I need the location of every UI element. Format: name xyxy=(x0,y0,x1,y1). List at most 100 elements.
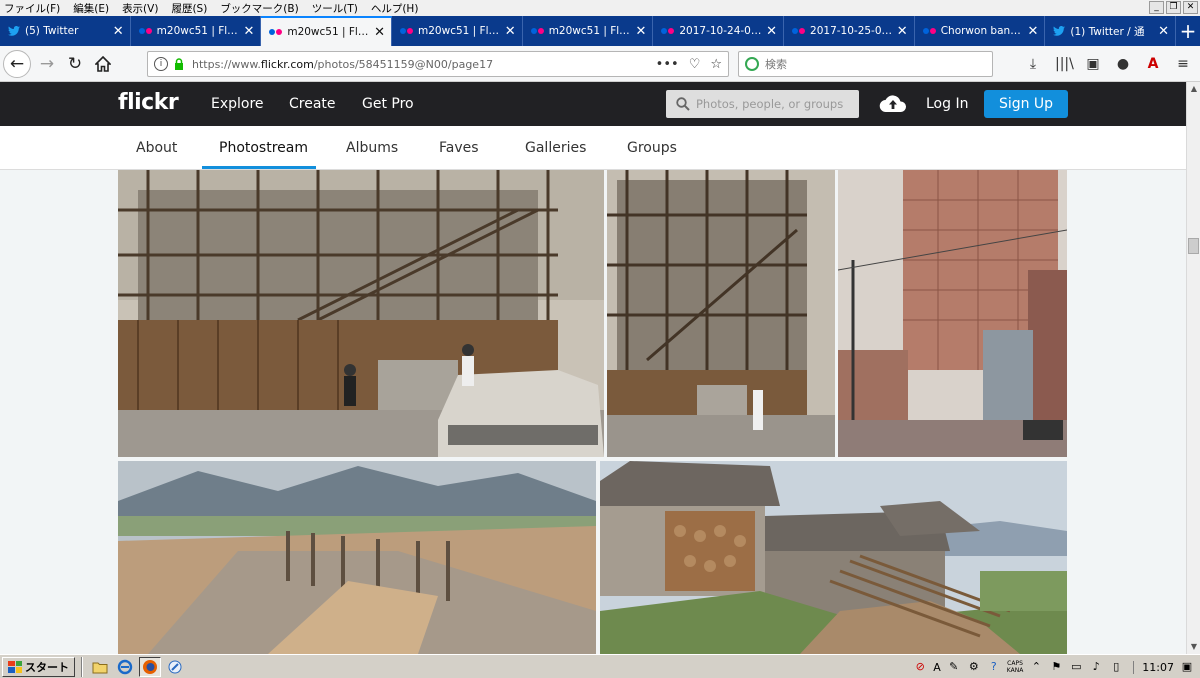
tab-flickr-6[interactable]: 2017-10-25-000 ✕ xyxy=(784,16,915,46)
page-actions-icon[interactable]: ••• xyxy=(656,57,679,72)
quicklaunch-firefox[interactable] xyxy=(139,656,161,677)
power-icon[interactable]: ▯ xyxy=(1109,660,1123,674)
url-bar[interactable]: i https://www.flickr.com/photos/58451159… xyxy=(147,51,729,77)
scroll-up-icon[interactable]: ▲ xyxy=(1187,82,1200,96)
back-button[interactable]: ← xyxy=(3,50,31,78)
menu-view[interactable]: 表示(V) xyxy=(122,1,158,16)
restore-button[interactable]: ❐ xyxy=(1166,1,1181,14)
ime-tool-icon[interactable]: ⚙ xyxy=(967,660,981,674)
google-icon xyxy=(745,57,759,71)
ime-mode[interactable]: A xyxy=(933,661,941,674)
subtab-faves[interactable]: Faves xyxy=(439,140,479,156)
tab-twitter-2[interactable]: (1) Twitter / 通 ✕ xyxy=(1045,16,1177,46)
folder-icon xyxy=(92,662,108,673)
upload-cloud-icon[interactable] xyxy=(879,92,907,114)
photo-thumbnail[interactable] xyxy=(600,461,1067,654)
start-button[interactable]: スタート xyxy=(2,656,75,677)
photo-thumbnail[interactable] xyxy=(607,170,835,457)
scroll-down-icon[interactable]: ▼ xyxy=(1187,640,1200,654)
tab-close-icon[interactable]: ✕ xyxy=(374,26,385,39)
tab-flickr-1[interactable]: m20wc51 | Flickr ✕ xyxy=(131,16,262,46)
subtab-groups[interactable]: Groups xyxy=(627,140,677,156)
tab-close-icon[interactable]: ✕ xyxy=(1158,25,1169,38)
flickr-icon xyxy=(138,28,152,34)
toolbar-icons: ⤓ |||\ ▣ ● A ≡ xyxy=(1025,56,1191,72)
login-link[interactable]: Log In xyxy=(926,96,968,112)
tab-close-icon[interactable]: ✕ xyxy=(113,25,124,38)
photo-thumbnail[interactable] xyxy=(118,461,596,654)
menu-edit[interactable]: 編集(E) xyxy=(73,1,109,16)
menu-file[interactable]: ファイル(F) xyxy=(4,1,60,16)
kana-label: KANA xyxy=(1006,667,1024,674)
new-tab-button[interactable]: + xyxy=(1176,16,1200,46)
flickr-logo[interactable]: flickr xyxy=(118,90,179,115)
extension-icon[interactable]: ● xyxy=(1115,56,1131,72)
search-icon xyxy=(676,97,690,111)
tab-close-icon[interactable]: ✕ xyxy=(897,25,908,38)
help-icon[interactable]: ? xyxy=(987,660,1001,674)
subtab-about[interactable]: About xyxy=(136,140,177,156)
bookmark-star-icon[interactable]: ☆ xyxy=(710,57,722,72)
close-window-button[interactable]: ✕ xyxy=(1183,1,1198,14)
tab-close-icon[interactable]: ✕ xyxy=(243,25,254,38)
vertical-scrollbar[interactable]: ▲ ▼ xyxy=(1186,82,1200,654)
reload-button[interactable]: ↻ xyxy=(61,50,89,78)
nav-explore[interactable]: Explore xyxy=(211,96,264,112)
menu-bookmarks[interactable]: ブックマーク(B) xyxy=(220,1,298,16)
photo-grid xyxy=(0,170,1186,654)
ime-brush-icon[interactable]: ✎ xyxy=(947,660,961,674)
tab-flickr-5[interactable]: 2017-10-24-000 ✕ xyxy=(653,16,785,46)
url-text[interactable]: https://www.flickr.com/photos/58451159@N… xyxy=(192,58,656,71)
scroll-thumb[interactable] xyxy=(1188,238,1199,254)
subtab-albums[interactable]: Albums xyxy=(346,140,398,156)
system-tray: ⊘ A ✎ ⚙ ? CAPS KANA ⌃ ⚑ ▭ ♪ ▯ 11:07 ▣ xyxy=(907,656,1200,678)
arrow-left-icon: ← xyxy=(9,54,25,74)
photo-thumbnail[interactable] xyxy=(118,170,604,457)
subtab-photostream[interactable]: Photostream xyxy=(219,140,308,156)
home-button[interactable] xyxy=(89,50,117,78)
menu-tools[interactable]: ツール(T) xyxy=(312,1,358,16)
nav-create[interactable]: Create xyxy=(289,96,336,112)
tab-close-icon[interactable]: ✕ xyxy=(1027,25,1038,38)
tab-flickr-active[interactable]: m20wc51 | Flickr ✕ xyxy=(261,16,393,46)
window-controls: _ ❐ ✕ xyxy=(1149,1,1198,14)
security-icon[interactable]: ⊘ xyxy=(913,660,927,674)
network-icon[interactable]: ▭ xyxy=(1069,660,1083,674)
tab-title: m20wc51 | Flickr xyxy=(287,26,371,38)
tab-twitter-1[interactable]: (5) Twitter ✕ xyxy=(0,16,131,46)
clock[interactable]: 11:07 xyxy=(1133,660,1174,674)
download-icon[interactable]: ⤓ xyxy=(1025,56,1041,72)
menu-bar: ファイル(F) 編集(E) 表示(V) 履歴(S) ブックマーク(B) ツール(… xyxy=(0,0,1200,16)
tab-flickr-4[interactable]: m20wc51 | Flickr ✕ xyxy=(523,16,654,46)
pocket-icon[interactable]: ♡ xyxy=(689,57,701,72)
tab-close-icon[interactable]: ✕ xyxy=(635,25,646,38)
sidebar-icon[interactable]: ▣ xyxy=(1085,56,1101,72)
flickr-search-input[interactable]: Photos, people, or groups xyxy=(666,90,859,118)
volume-icon[interactable]: ♪ xyxy=(1089,660,1103,674)
photo-thumbnail[interactable] xyxy=(838,170,1067,457)
expand-tray-icon[interactable]: ⌃ xyxy=(1029,660,1043,674)
flag-icon[interactable]: ⚑ xyxy=(1049,660,1063,674)
tab-flickr-3[interactable]: m20wc51 | Flickr ✕ xyxy=(392,16,523,46)
quicklaunch-ie[interactable] xyxy=(114,657,136,677)
hamburger-menu-icon[interactable]: ≡ xyxy=(1175,56,1191,72)
library-icon[interactable]: |||\ xyxy=(1055,56,1074,72)
quicklaunch-explorer[interactable] xyxy=(89,657,111,677)
signup-button[interactable]: Sign Up xyxy=(984,90,1068,118)
show-desktop-icon[interactable]: ▣ xyxy=(1180,660,1194,674)
tab-close-icon[interactable]: ✕ xyxy=(505,25,516,38)
browser-search-box[interactable]: 検索 xyxy=(738,51,993,77)
menu-history[interactable]: 履歴(S) xyxy=(171,1,207,16)
forward-button[interactable]: → xyxy=(33,50,61,78)
menu-help[interactable]: ヘルプ(H) xyxy=(371,1,419,16)
lock-icon xyxy=(175,58,183,70)
tab-close-icon[interactable]: ✕ xyxy=(766,25,777,38)
subtab-galleries[interactable]: Galleries xyxy=(525,140,586,156)
tab-flickr-7[interactable]: Chorwon bank,19 ✕ xyxy=(915,16,1046,46)
quicklaunch-app[interactable] xyxy=(164,657,186,677)
tab-title: m20wc51 | Flickr xyxy=(548,25,632,37)
nav-get-pro[interactable]: Get Pro xyxy=(362,96,414,112)
minimize-button[interactable]: _ xyxy=(1149,1,1164,14)
info-icon[interactable]: i xyxy=(154,57,168,71)
acrobat-icon[interactable]: A xyxy=(1145,56,1161,72)
